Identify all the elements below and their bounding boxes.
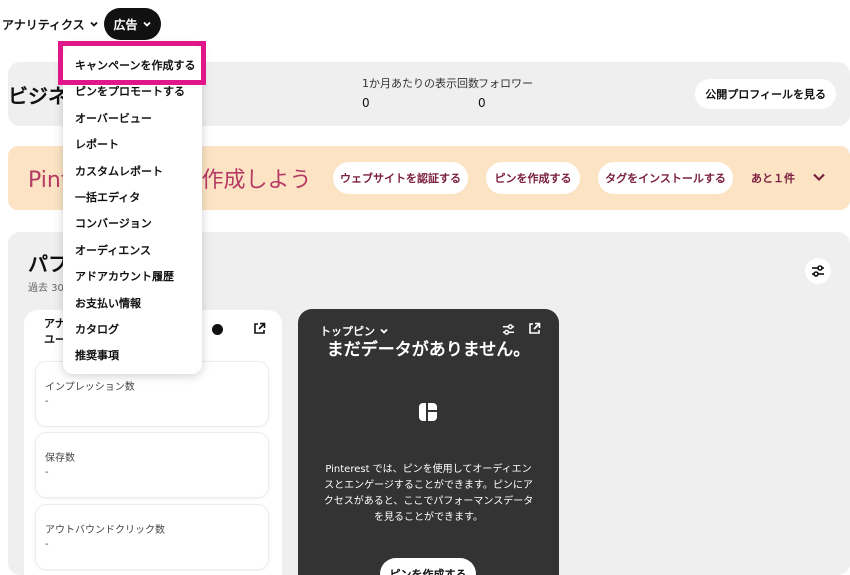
external-link-icon[interactable] <box>253 322 266 335</box>
chevron-down-icon <box>90 21 98 27</box>
menu-item-ad-account-history[interactable]: アドアカウント履歴 <box>75 268 174 284</box>
create-pin-banner-button[interactable]: ピンを作成する <box>486 162 580 194</box>
metric-label: 保存数 <box>45 453 75 464</box>
top-pins-panel: トップピン まだデータがありません。 Pinterest では、ピンを使用してオ… <box>298 309 559 575</box>
metric-label: インプレッション数 <box>45 382 135 393</box>
verify-website-button[interactable]: ウェブサイトを認証する <box>333 162 468 194</box>
sliders-icon <box>812 265 824 277</box>
install-tag-button[interactable]: タグをインストールする <box>598 162 733 194</box>
metric-label: アウトバウンドクリック数 <box>45 525 165 536</box>
menu-item-audiences[interactable]: オーディエンス <box>75 242 151 258</box>
ads-menu-button[interactable]: 広告 <box>104 8 161 40</box>
analytics-menu-button[interactable]: アナリティクス <box>0 8 105 40</box>
followers-label: フォロワー <box>478 77 533 90</box>
menu-item-catalogs[interactable]: カタログ <box>75 321 119 337</box>
chevron-down-icon <box>142 21 151 27</box>
ads-menu-label: 広告 <box>113 17 138 32</box>
menu-item-create-campaign[interactable]: キャンペーンを作成する <box>75 57 195 73</box>
menu-item-recommendations[interactable]: 推奨事項 <box>75 347 119 363</box>
monthly-views-value: 0 <box>362 96 370 110</box>
chevron-down-icon <box>380 328 388 334</box>
filter-button[interactable] <box>805 258 831 284</box>
performance-title: パフ <box>28 252 68 276</box>
menu-item-bulk-editor[interactable]: 一括エディタ <box>75 189 140 205</box>
metric-value: - <box>45 396 49 407</box>
no-data-description: Pinterest では、ピンを使用してオーディエンスとエンゲージすることができ… <box>323 464 534 523</box>
create-pin-button[interactable]: ピンを作成する <box>380 558 476 575</box>
sliders-icon[interactable] <box>502 323 515 336</box>
menu-item-custom-reports[interactable]: カスタムレポート <box>75 163 163 179</box>
menu-item-overview[interactable]: オーバービュー <box>75 110 152 126</box>
info-icon[interactable] <box>212 324 223 335</box>
external-link-icon[interactable] <box>528 322 541 335</box>
menu-item-billing[interactable]: お支払い情報 <box>75 295 141 311</box>
metric-card-saves[interactable]: 保存数 - <box>36 433 268 497</box>
more-tasks-label[interactable]: あと１件 <box>751 170 795 186</box>
metric-card-outbound-clicks[interactable]: アウトバウンドクリック数 - <box>36 505 268 569</box>
menu-item-conversions[interactable]: コンバージョン <box>75 215 152 231</box>
performance-subtitle: 過去 30 <box>28 283 64 294</box>
business-title: ビジネ <box>8 84 68 108</box>
no-data-title: まだデータがありません。 <box>326 340 531 360</box>
top-nav: アナリティクス 広告 <box>0 8 161 40</box>
menu-item-reports[interactable]: レポート <box>75 136 119 152</box>
monthly-views-label: 1か月あたりの表示回数 <box>362 77 479 90</box>
view-public-profile-button[interactable]: 公開プロフィールを見る <box>695 79 836 109</box>
ads-dropdown-menu: キャンペーンを作成する ピンをプロモートする オーバービュー レポート カスタム… <box>63 45 202 374</box>
analytics-menu-label: アナリティクス <box>2 17 85 32</box>
metric-value: - <box>45 467 49 478</box>
chevron-down-icon[interactable] <box>811 169 827 185</box>
menu-item-promote-pins[interactable]: ピンをプロモートする <box>75 83 185 99</box>
metric-value: - <box>45 539 49 550</box>
followers-value: 0 <box>478 96 486 110</box>
board-icon <box>419 403 437 421</box>
